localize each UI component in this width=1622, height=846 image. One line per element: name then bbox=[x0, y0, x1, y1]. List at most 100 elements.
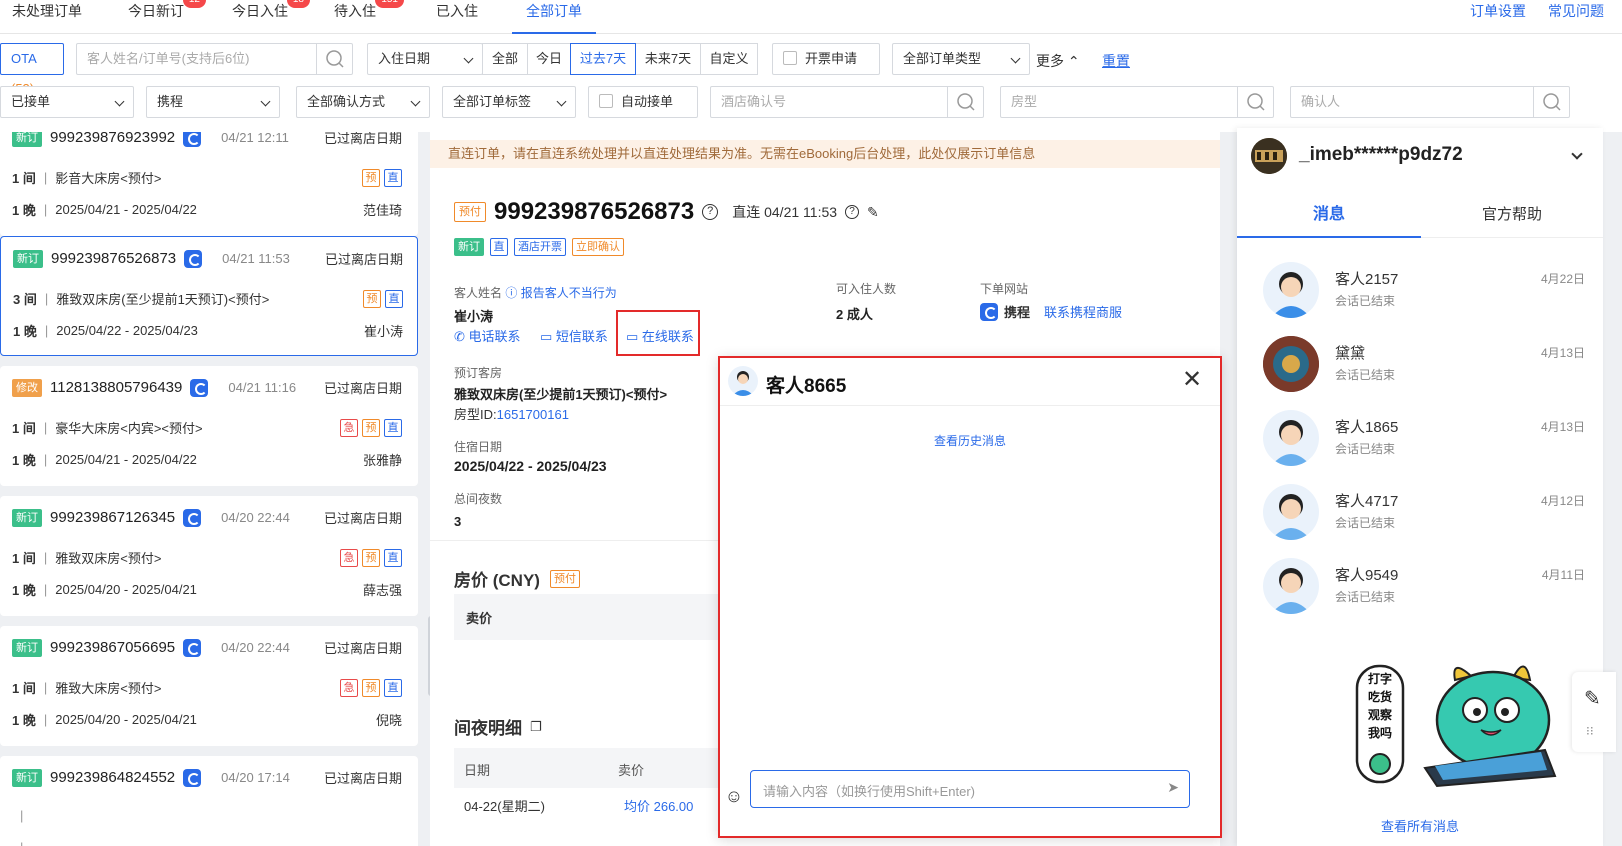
notes-icon[interactable]: ✎ bbox=[1584, 686, 1601, 711]
status-select[interactable]: 已接单 bbox=[0, 86, 134, 118]
view-all-messages-link[interactable]: 查看所有消息 bbox=[1237, 816, 1603, 835]
chat-icon: ▭ bbox=[626, 329, 639, 344]
ota-label: OTA bbox=[11, 51, 37, 66]
date-all[interactable]: 全部 bbox=[482, 43, 528, 75]
search-icon[interactable] bbox=[316, 44, 352, 74]
online-contact-link[interactable]: ▭ 在线联系 bbox=[626, 326, 694, 345]
order-card[interactable]: 修改 1128138805796439 04/21 11:16 已过离店日期 1… bbox=[0, 366, 418, 486]
separator: | bbox=[43, 582, 48, 597]
hotel-confirm-input[interactable]: 酒店确认号 bbox=[710, 86, 984, 118]
search-placeholder: 客人姓名/订单号(支持后6位) bbox=[87, 51, 250, 66]
order-flag: 预 bbox=[362, 548, 380, 567]
room-type-input[interactable]: 房型 bbox=[1000, 86, 1274, 118]
date-custom[interactable]: 自定义 bbox=[700, 43, 758, 75]
contact-item[interactable]: 客人2157 会话已结束 4月22日 bbox=[1263, 262, 1593, 328]
chevron-down-icon bbox=[410, 96, 421, 107]
search-icon[interactable] bbox=[1533, 87, 1569, 117]
contact-item[interactable]: 客人1865 会话已结束 4月13日 bbox=[1263, 410, 1593, 476]
confirmer-input[interactable]: 确认人 bbox=[1290, 86, 1570, 118]
drag-handle-icon[interactable]: ⁝⁝ bbox=[1586, 724, 1594, 738]
tab-messages[interactable]: 消息 bbox=[1237, 192, 1421, 238]
more-toggle[interactable]: 更多 ⌃ bbox=[1036, 51, 1080, 71]
channel-select[interactable]: 携程 bbox=[146, 86, 280, 118]
order-tag: 新订 bbox=[12, 638, 42, 657]
phone-contact-label: 电话联系 bbox=[468, 329, 521, 344]
order-card[interactable]: 新订 999239867126345 04/20 22:44 已过离店日期 1 … bbox=[0, 496, 418, 616]
contact-ctrip-link[interactable]: 联系携程商服 bbox=[1044, 302, 1122, 321]
order-card[interactable]: 新订 999239864824552 04/20 17:14 已过离店日期 | … bbox=[0, 756, 418, 846]
checkbox-icon bbox=[783, 51, 797, 65]
ctrip-icon bbox=[183, 638, 202, 657]
order-tag: 新订 bbox=[12, 508, 42, 527]
phone-contact-link[interactable]: ✆ 电话联系 bbox=[454, 326, 521, 345]
order-number: 1128138805796439 bbox=[50, 379, 183, 396]
sms-contact-label: 短信联系 bbox=[555, 329, 608, 344]
search-input[interactable]: 客人姓名/订单号(支持后6位) bbox=[76, 43, 353, 75]
order-dates: 2025/04/20 - 2025/04/21 bbox=[55, 712, 197, 727]
edit-icon[interactable]: ✎ bbox=[867, 204, 879, 221]
room-id-value[interactable]: 1651700161 bbox=[497, 407, 569, 422]
occupancy-value: 2 成人 bbox=[836, 307, 873, 322]
reset-link[interactable]: 重置 bbox=[1102, 51, 1130, 71]
tab-unprocessed[interactable]: 未处理订单 bbox=[12, 0, 82, 34]
phone-icon: ✆ bbox=[454, 329, 465, 344]
tab-label: 待入住 bbox=[334, 3, 376, 19]
night-row-avg[interactable]: 均价 266.00 bbox=[624, 796, 693, 815]
send-icon[interactable]: ➤ bbox=[1167, 779, 1179, 796]
contact-date: 4月13日 bbox=[1540, 346, 1585, 360]
report-icon: ⓘ bbox=[505, 286, 518, 300]
close-icon[interactable]: ✕ bbox=[1182, 368, 1202, 392]
tab-today-checkin[interactable]: 今日入住18 bbox=[232, 0, 310, 34]
report-guest-link[interactable]: 报告客人不当行为 bbox=[521, 286, 617, 300]
date-past-7[interactable]: 过去7天 bbox=[570, 43, 636, 75]
date-next-7[interactable]: 未来7天 bbox=[635, 43, 701, 75]
order-flag: 直 bbox=[384, 418, 402, 437]
order-number: 999239876526873 bbox=[51, 250, 177, 267]
invoice-checkbox[interactable]: 开票申请 bbox=[772, 43, 880, 75]
faq-link[interactable]: 常见问题 bbox=[1548, 0, 1604, 22]
order-type-select[interactable]: 全部订单类型 bbox=[892, 43, 1030, 75]
order-card[interactable]: 新订 999239867056695 04/20 22:44 已过离店日期 1 … bbox=[0, 626, 418, 746]
confirm-method-select[interactable]: 全部确认方式 bbox=[296, 86, 430, 118]
view-history-link[interactable]: 查看历史消息 bbox=[720, 432, 1220, 449]
search-icon[interactable] bbox=[1237, 87, 1273, 117]
date-today[interactable]: 今日 bbox=[527, 43, 571, 75]
order-tag-label: 全部订单标签 bbox=[453, 94, 532, 109]
chevron-down-icon bbox=[556, 96, 567, 107]
tab-official-help[interactable]: 官方帮助 bbox=[1421, 192, 1603, 238]
guest-name: 崔小涛 bbox=[454, 309, 494, 324]
tab-pending-checkin[interactable]: 待入住151 bbox=[334, 0, 404, 34]
site-value: 携程 bbox=[1004, 305, 1031, 320]
contact-status: 会话已结束 bbox=[1335, 368, 1396, 382]
tab-badge: 18 bbox=[286, 0, 310, 8]
search-icon[interactable] bbox=[947, 87, 983, 117]
date-type-label: 入住日期 bbox=[378, 51, 431, 66]
online-contact-label: 在线联系 bbox=[641, 329, 694, 344]
chevron-down-icon[interactable] bbox=[1571, 148, 1583, 160]
order-state: 已过离店日期 bbox=[323, 641, 402, 656]
tab-checked-in[interactable]: 已入住 bbox=[436, 0, 478, 34]
order-settings-link[interactable]: 订单设置 bbox=[1470, 0, 1526, 22]
ota-filter[interactable]: OTA (53) bbox=[0, 43, 64, 96]
order-flags: 急预直 bbox=[336, 678, 402, 697]
sms-contact-link[interactable]: ▭ 短信联系 bbox=[540, 326, 608, 345]
copy-icon[interactable]: ❐ bbox=[530, 719, 542, 735]
filter-bar: OTA (53) 客人姓名/订单号(支持后6位) 入住日期 全部 今日 过去7天… bbox=[0, 34, 1622, 132]
contact-item[interactable]: 客人4717 会话已结束 4月12日 bbox=[1263, 484, 1593, 550]
emoji-icon[interactable]: ☺ bbox=[720, 786, 748, 807]
date-type-select[interactable]: 入住日期 bbox=[367, 43, 483, 75]
tab-label: 今日新订 bbox=[128, 3, 184, 19]
contact-item[interactable]: 客人9549 会话已结束 4月11日 bbox=[1263, 558, 1593, 624]
channel-label: 携程 bbox=[157, 94, 184, 109]
help-icon[interactable]: ? bbox=[702, 204, 719, 220]
tab-all-orders[interactable]: 全部订单 bbox=[512, 0, 596, 34]
tab-today-new[interactable]: 今日新订12 bbox=[128, 0, 206, 34]
order-card[interactable]: 新订 999239876526873 04/21 11:53 已过离店日期 3 … bbox=[0, 236, 418, 356]
help-icon[interactable]: ? bbox=[845, 205, 860, 219]
order-room-name: 雅致大床房<预付> bbox=[55, 681, 162, 696]
order-tag-select[interactable]: 全部订单标签 bbox=[442, 86, 576, 118]
auto-accept-checkbox[interactable]: 自动接单 bbox=[588, 86, 698, 118]
message-input[interactable]: 请输入内容（如换行使用Shift+Enter) ➤ bbox=[750, 770, 1190, 808]
order-card[interactable]: 新订 999239876923992 04/21 12:11 已过离店日期 1 … bbox=[0, 132, 418, 236]
contact-item[interactable]: 黛黛 会话已结束 4月13日 bbox=[1263, 336, 1593, 402]
